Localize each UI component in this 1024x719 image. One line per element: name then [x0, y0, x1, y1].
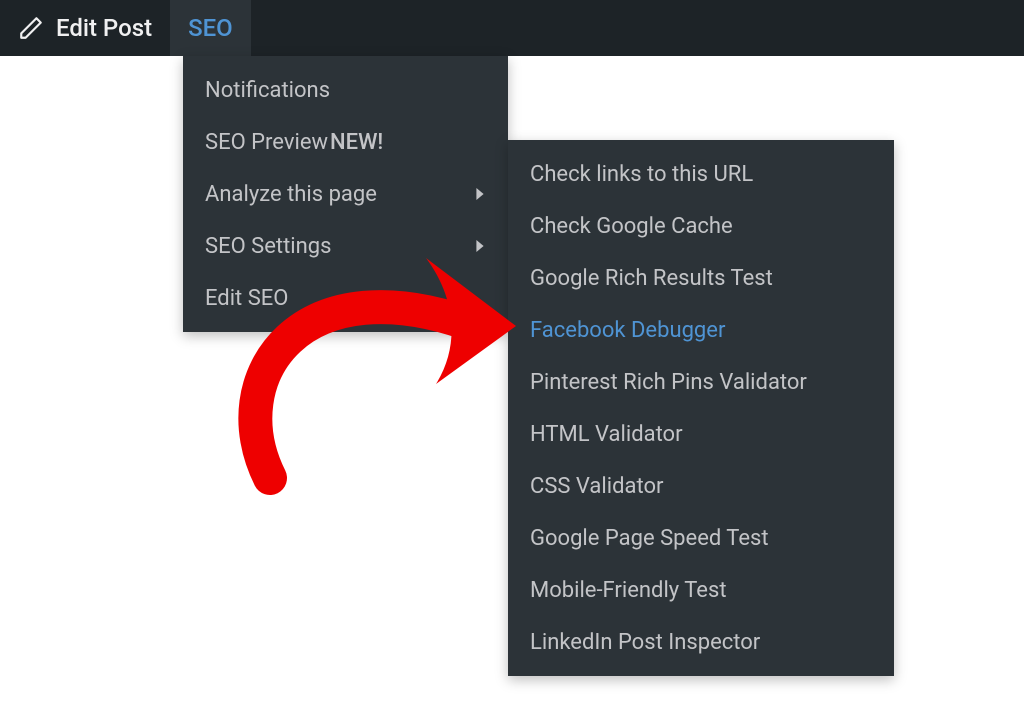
edit-post-button[interactable]: Edit Post [0, 0, 170, 56]
submenu-item-label: Google Rich Results Test [530, 266, 773, 291]
analyze-submenu: Check links to this URL Check Google Cac… [508, 140, 894, 676]
submenu-item-label: Pinterest Rich Pins Validator [530, 370, 807, 395]
seo-menu-label: SEO [188, 14, 233, 42]
submenu-item-label: HTML Validator [530, 422, 683, 447]
menu-item-label: Analyze this page [205, 182, 377, 207]
chevron-right-icon [474, 188, 486, 200]
menu-item-label: Edit SEO [205, 286, 288, 311]
submenu-item-html-validator[interactable]: HTML Validator [508, 408, 894, 460]
submenu-item-label: Check links to this URL [530, 162, 753, 187]
menu-item-label: Notifications [205, 78, 330, 103]
submenu-item-check-google-cache[interactable]: Check Google Cache [508, 200, 894, 252]
submenu-item-label: Google Page Speed Test [530, 526, 769, 551]
submenu-item-pinterest-rich-pins[interactable]: Pinterest Rich Pins Validator [508, 356, 894, 408]
menu-item-notifications[interactable]: Notifications [183, 64, 508, 116]
edit-post-label: Edit Post [56, 14, 152, 42]
submenu-item-mobile-friendly[interactable]: Mobile-Friendly Test [508, 564, 894, 616]
submenu-item-google-rich-results[interactable]: Google Rich Results Test [508, 252, 894, 304]
new-badge: NEW! [330, 130, 383, 155]
admin-topbar: Edit Post SEO [0, 0, 1024, 56]
menu-item-analyze-this-page[interactable]: Analyze this page [183, 168, 508, 220]
submenu-item-linkedin-post-inspector[interactable]: LinkedIn Post Inspector [508, 616, 894, 668]
pencil-icon [18, 15, 44, 41]
submenu-item-check-links[interactable]: Check links to this URL [508, 148, 894, 200]
submenu-item-css-validator[interactable]: CSS Validator [508, 460, 894, 512]
submenu-item-google-page-speed[interactable]: Google Page Speed Test [508, 512, 894, 564]
menu-item-label: SEO Preview [205, 130, 328, 155]
seo-menu-button[interactable]: SEO [170, 0, 251, 56]
menu-item-seo-settings[interactable]: SEO Settings [183, 220, 508, 272]
menu-item-label: SEO Settings [205, 234, 332, 259]
submenu-item-label: Check Google Cache [530, 214, 733, 239]
submenu-item-label: Facebook Debugger [530, 318, 725, 343]
seo-dropdown: Notifications SEO Preview NEW! Analyze t… [183, 56, 508, 332]
submenu-item-label: CSS Validator [530, 474, 663, 499]
menu-item-edit-seo[interactable]: Edit SEO [183, 272, 508, 324]
submenu-item-label: Mobile-Friendly Test [530, 578, 727, 603]
submenu-item-label: LinkedIn Post Inspector [530, 630, 760, 655]
submenu-item-facebook-debugger[interactable]: Facebook Debugger [508, 304, 894, 356]
menu-item-seo-preview[interactable]: SEO Preview NEW! [183, 116, 508, 168]
chevron-right-icon [474, 240, 486, 252]
